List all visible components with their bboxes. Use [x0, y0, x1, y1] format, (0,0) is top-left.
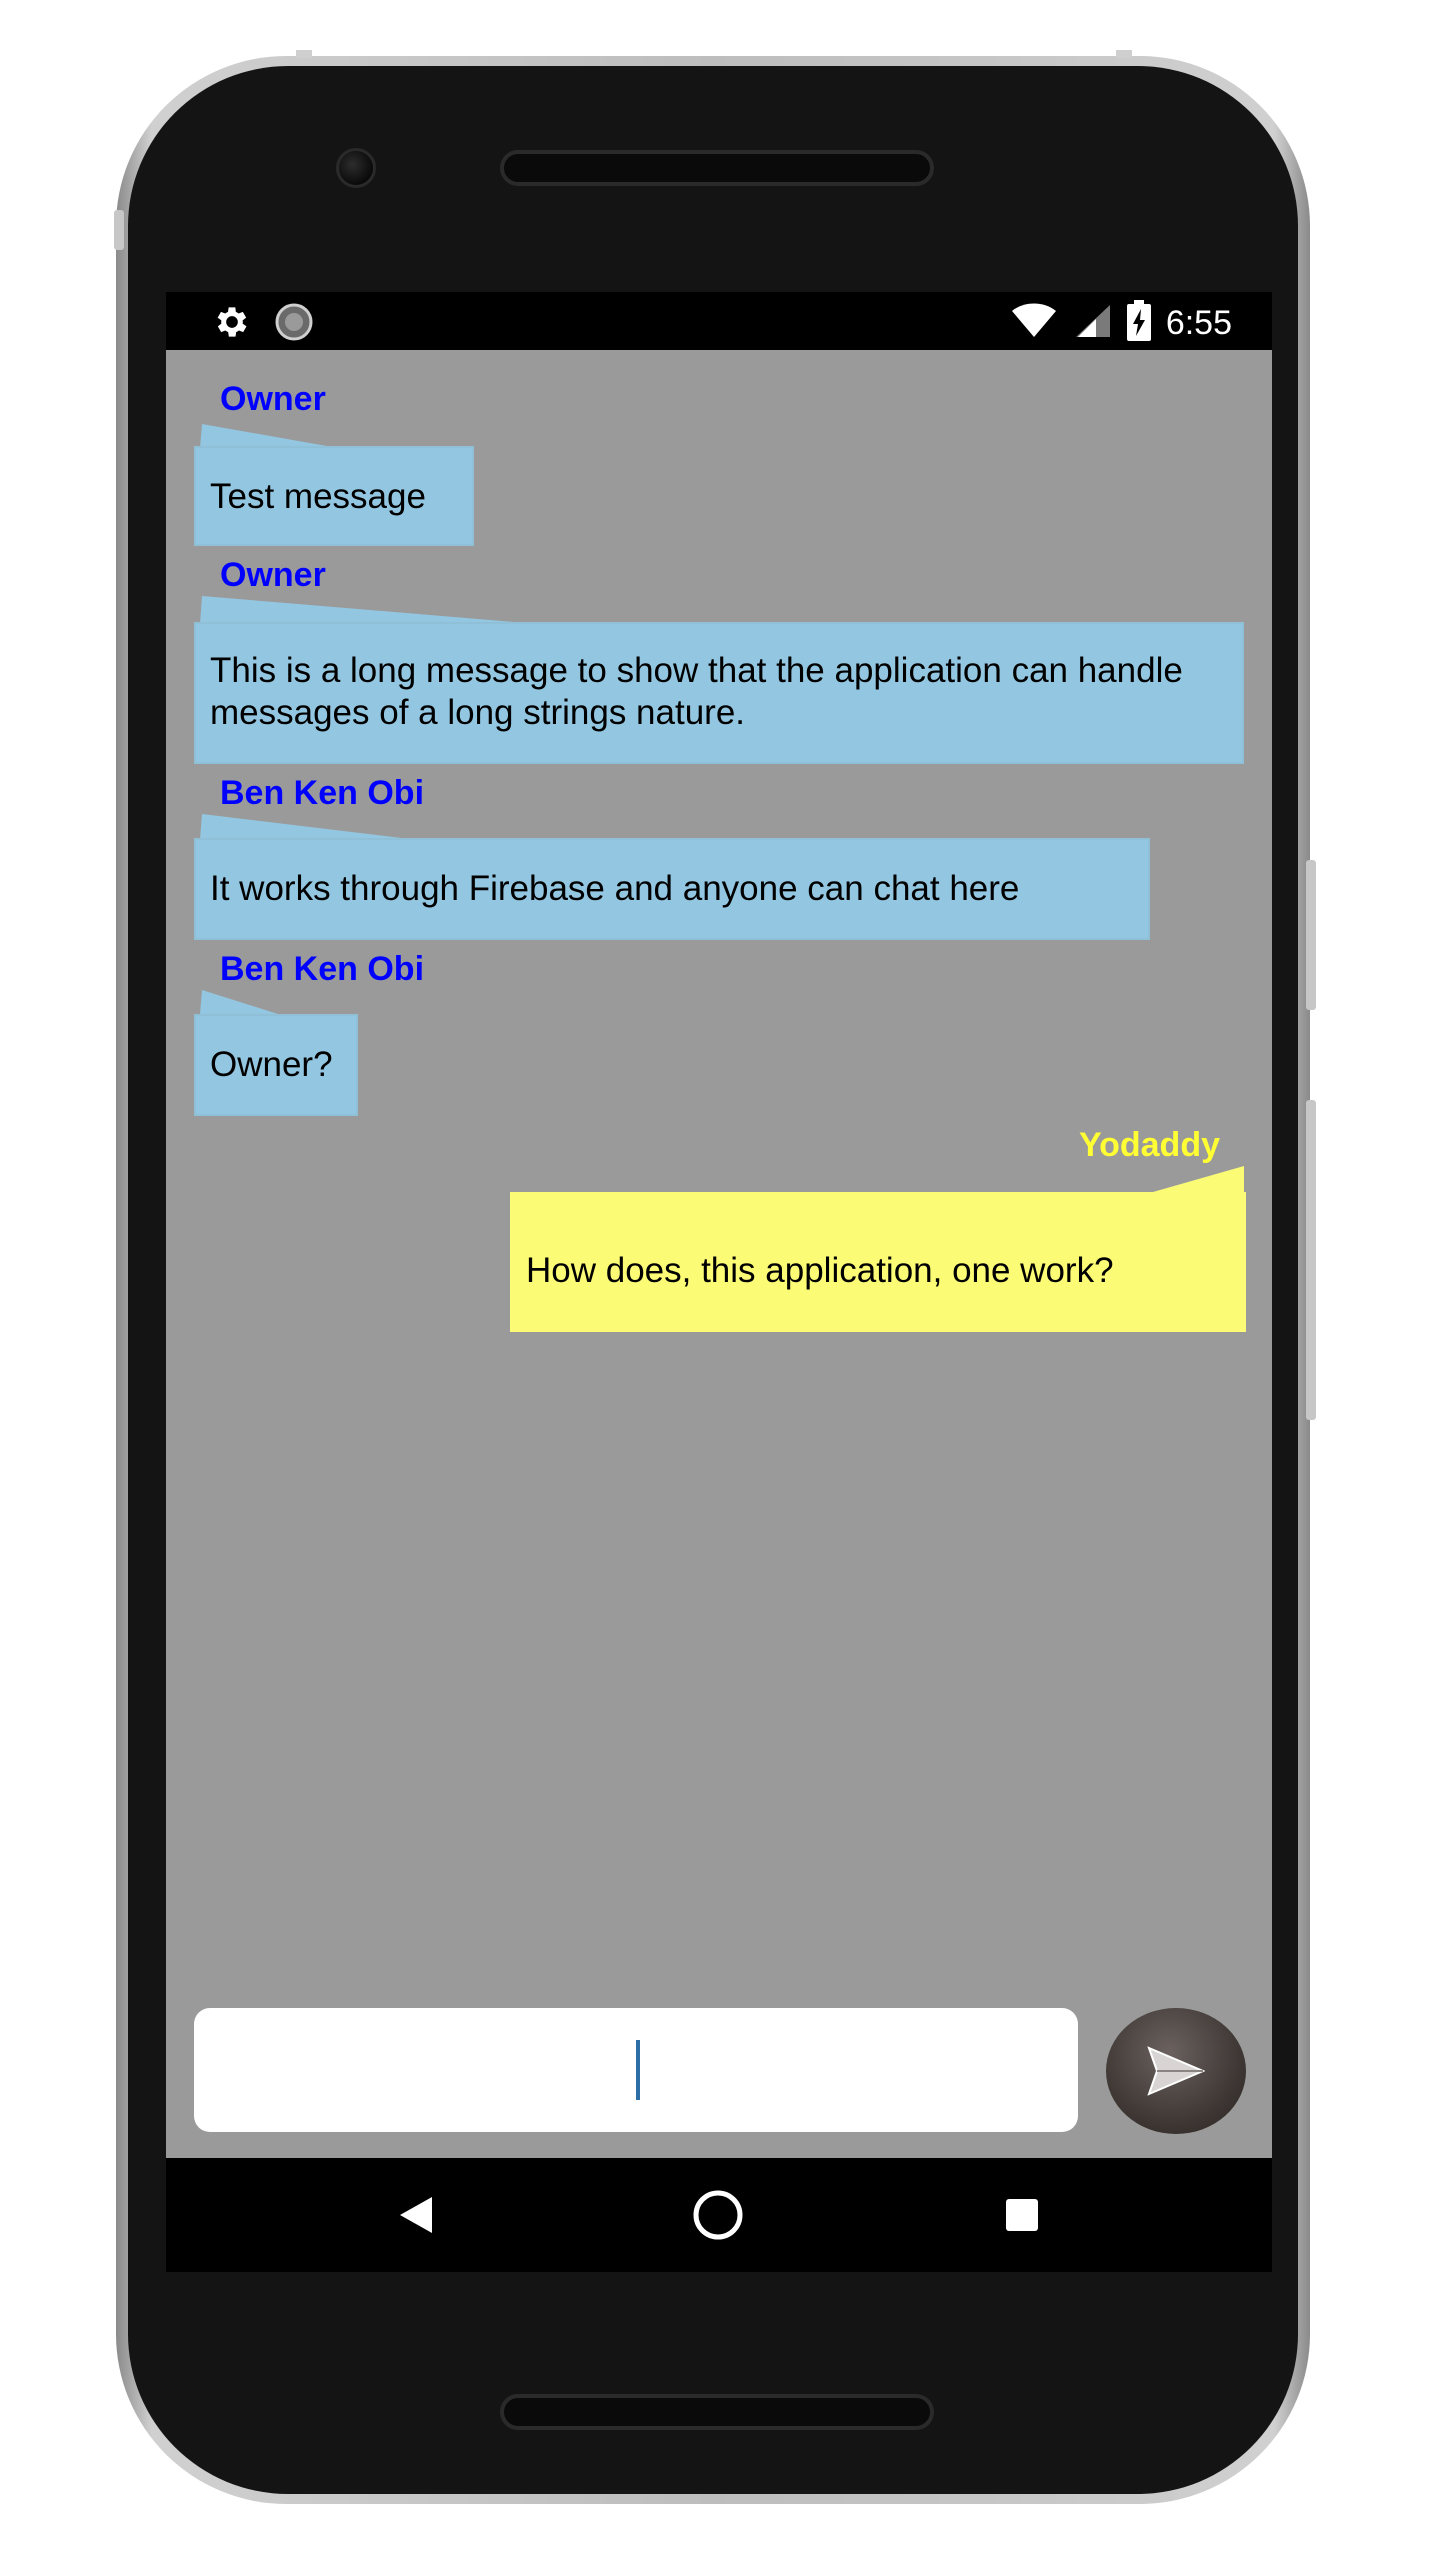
message-text: Owner?: [210, 1045, 333, 1084]
volume-button: [1306, 1100, 1316, 1420]
home-icon: [693, 2190, 743, 2240]
bubble-tail: [200, 990, 278, 1014]
message-input[interactable]: [194, 2008, 1078, 2132]
bubble-tail: [200, 814, 418, 840]
message-bubble-self[interactable]: How does, this application, one work?: [510, 1192, 1246, 1332]
back-button[interactable]: [386, 2188, 446, 2242]
message-sender: Owner: [220, 380, 326, 418]
gear-icon: [212, 302, 252, 347]
message-text: How does, this application, one work?: [526, 1251, 1114, 1290]
message-bubble[interactable]: Owner?: [194, 1014, 358, 1116]
top-speaker: [500, 150, 934, 186]
message-sender: Owner: [220, 556, 326, 594]
screen: 6:55 Owner Test message Owner This is a …: [166, 292, 1272, 2272]
message-sender: Ben Ken Obi: [220, 774, 425, 812]
message-bubble[interactable]: Test message: [194, 446, 474, 546]
circle-icon: [274, 302, 314, 347]
message-sender: Ben Ken Obi: [220, 950, 425, 988]
power-button: [1306, 860, 1316, 1010]
chat-list[interactable]: Owner Test message Owner This is a long …: [166, 350, 1272, 1970]
send-icon: [1147, 2046, 1205, 2096]
top-nub-left: [296, 50, 312, 58]
bottom-speaker: [500, 2394, 934, 2430]
battery-charging-icon: [1126, 300, 1152, 347]
status-right-icons: 6:55: [1010, 300, 1232, 347]
message-text: Test message: [210, 477, 426, 516]
bubble-tail: [200, 596, 538, 624]
recents-button[interactable]: [992, 2188, 1052, 2242]
recents-icon: [1006, 2199, 1038, 2231]
bubble-tail: [1146, 1166, 1244, 1194]
send-button[interactable]: [1106, 2008, 1246, 2134]
bubble-tail: [200, 424, 338, 448]
message-bubble[interactable]: It works through Firebase and anyone can…: [194, 838, 1150, 940]
status-bar: 6:55: [166, 292, 1272, 350]
message-sender-self: Yodaddy: [1078, 1126, 1220, 1164]
side-notch: [114, 210, 124, 250]
cell-signal-icon: [1072, 301, 1112, 346]
message-bubble[interactable]: This is a long message to show that the …: [194, 622, 1244, 764]
navigation-bar: [166, 2158, 1272, 2272]
status-time: 6:55: [1165, 304, 1232, 342]
status-left-icons: [212, 302, 314, 347]
device-frame: 6:55 Owner Test message Owner This is a …: [0, 0, 1440, 2560]
top-nub-right: [1116, 50, 1132, 58]
back-icon: [400, 2197, 432, 2233]
text-caret: [636, 2040, 640, 2100]
front-camera-icon: [336, 148, 376, 188]
message-text: It works through Firebase and anyone can…: [210, 869, 1020, 908]
home-button[interactable]: [688, 2188, 748, 2242]
message-text: This is a long message to show that the …: [210, 651, 1183, 732]
wifi-icon: [1010, 301, 1058, 346]
